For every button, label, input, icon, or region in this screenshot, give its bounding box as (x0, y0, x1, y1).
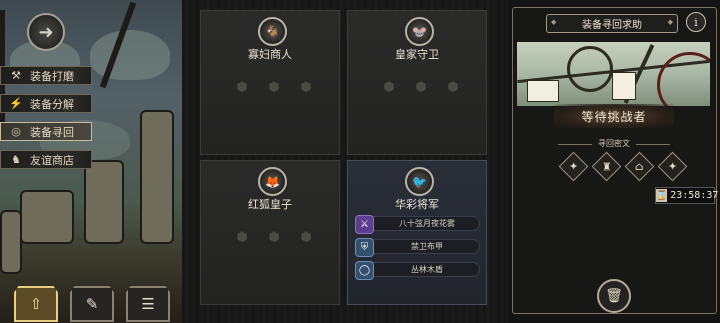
challenge-illustration (517, 42, 710, 106)
npc-name: 红狐皇子 (248, 198, 292, 211)
back-arrow-icon: ➜ (38, 21, 54, 43)
menu-item-label: 装备分解 (30, 97, 74, 111)
list-button[interactable]: ☰ (126, 286, 170, 322)
equipment-list: ⚔ 八十弦月夜花雾 ⛨ 禁卫布甲 ◯ 丛林木盾 (355, 215, 480, 285)
npc-card-royal-guard[interactable]: 🐭 皇家守卫 ⬢ ⬢ ⬢ (347, 10, 487, 155)
menu-item-polish[interactable]: ⚒ 装备打磨 (0, 66, 92, 85)
accessory-slot-icon[interactable]: ⬢ (444, 78, 462, 96)
panel-title: 装备寻回求助 (546, 14, 678, 33)
side-menu: ⚒ 装备打磨 ⚡ 装备分解 ◎ 装备寻回 ♞ 友谊商店 (0, 66, 92, 178)
bottom-toolbar: ⇧ ✎ ☰ (14, 286, 170, 322)
hourglass-icon: ⌛ (656, 189, 668, 202)
equipment-name: 八十弦月夜花雾 (399, 219, 455, 228)
feather-button[interactable]: ✎ (70, 286, 114, 322)
weapon-slot-icon[interactable]: ⬢ (380, 78, 398, 96)
info-icon: i (694, 15, 698, 29)
menu-item-label: 装备打磨 (30, 69, 74, 83)
back-button[interactable]: ➜ (27, 13, 65, 51)
menu-item-decompose[interactable]: ⚡ 装备分解 (0, 94, 92, 113)
equipment-slots: ⬢ ⬢ ⬢ (233, 78, 315, 96)
equipment-slots: ⬢ ⬢ ⬢ (233, 228, 315, 246)
npc-card-gorgeous-general[interactable]: 🐦 华彩将军 ⚔ 八十弦月夜花雾 ⛨ 禁卫布甲 ◯ 丛林木盾 (347, 160, 487, 305)
npc-name: 华彩将军 (395, 198, 439, 211)
accessory-slot-icon[interactable]: ⬢ (297, 78, 315, 96)
widow-merchant-portrait: 🐐 (258, 17, 287, 46)
equipment-item[interactable]: ⛨ 禁卫布甲 (355, 238, 480, 257)
equipment-slots: ⬢ ⬢ ⬢ (380, 78, 462, 96)
feather-icon: ✎ (85, 295, 99, 313)
weapon-slot-icon[interactable]: ⬢ (233, 78, 251, 96)
npc-grid: 🐐 寡妇商人 ⬢ ⬢ ⬢ 🐭 皇家守卫 ⬢ ⬢ ⬢ 🦊 红狐皇子 ⬢ ⬢ ⬢ 🐦… (182, 0, 508, 323)
gorgeous-general-portrait: 🐦 (405, 167, 434, 196)
equipment-name: 丛林木盾 (411, 265, 443, 274)
equipment-item[interactable]: ⚔ 八十弦月夜花雾 (355, 215, 480, 234)
upload-arrow-icon: ⇧ (29, 295, 43, 313)
npc-card-red-fox-prince[interactable]: 🦊 红狐皇子 ⬢ ⬢ ⬢ (200, 160, 340, 305)
pose-4-icon: ✦ (667, 160, 678, 173)
cipher-label: 寻回密文 (508, 138, 720, 149)
armor-icon: ⛨ (355, 238, 374, 257)
fox-shop-icon: ♞ (11, 153, 21, 166)
armor-slot-icon[interactable]: ⬢ (265, 78, 283, 96)
equipment-item[interactable]: ◯ 丛林木盾 (355, 261, 480, 280)
cipher-code[interactable]: ♜ (591, 151, 622, 182)
royal-guard-portrait: 🐭 (405, 17, 434, 46)
discard-button[interactable]: 🗑 (597, 279, 631, 313)
equipment-name: 禁卫布甲 (411, 242, 443, 251)
list-icon: ☰ (141, 295, 155, 313)
pose-2-icon: ♜ (601, 160, 612, 173)
menu-item-shop[interactable]: ♞ 友谊商店 (0, 150, 92, 169)
weapon-icon: ⚔ (355, 215, 374, 234)
timer-value: 23:58:37 (670, 190, 719, 201)
info-button[interactable]: i (686, 12, 706, 32)
hammer-icon: ⚒ (11, 69, 21, 82)
retrieve-panel: 装备寻回求助 i 等待挑战者 寻回密文 ✦ ♜ ⌂ ✦ ⌛ 23:58:37 🗑 (508, 0, 720, 323)
menu-item-retrieve[interactable]: ◎ 装备寻回 (0, 122, 92, 141)
red-fox-prince-portrait: 🦊 (258, 167, 287, 196)
ring-icon: ◯ (355, 261, 374, 280)
upload-button[interactable]: ⇧ (14, 286, 58, 322)
accessory-slot-icon[interactable]: ⬢ (297, 228, 315, 246)
cipher-code[interactable]: ✦ (657, 151, 688, 182)
status-banner: 等待挑战者 (554, 104, 674, 128)
cipher-codes: ✦ ♜ ⌂ ✦ (558, 151, 688, 182)
weapon-slot-icon[interactable]: ⬢ (233, 228, 251, 246)
menu-item-label: 装备寻回 (30, 125, 74, 139)
npc-card-widow-merchant[interactable]: 🐐 寡妇商人 ⬢ ⬢ ⬢ (200, 10, 340, 155)
pose-1-icon: ✦ (568, 160, 579, 173)
npc-name: 皇家守卫 (395, 48, 439, 61)
armor-slot-icon[interactable]: ⬢ (265, 228, 283, 246)
cipher-code[interactable]: ⌂ (624, 151, 655, 182)
trash-icon: 🗑 (605, 288, 623, 304)
retrieve-icon: ◎ (11, 125, 21, 138)
decompose-icon: ⚡ (9, 97, 23, 110)
cipher-code[interactable]: ✦ (558, 151, 589, 182)
menu-item-label: 友谊商店 (30, 153, 74, 167)
npc-name: 寡妇商人 (248, 48, 292, 61)
countdown-timer: ⌛ 23:58:37 (655, 187, 719, 204)
pose-3-icon: ⌂ (635, 160, 644, 173)
armor-slot-icon[interactable]: ⬢ (412, 78, 430, 96)
